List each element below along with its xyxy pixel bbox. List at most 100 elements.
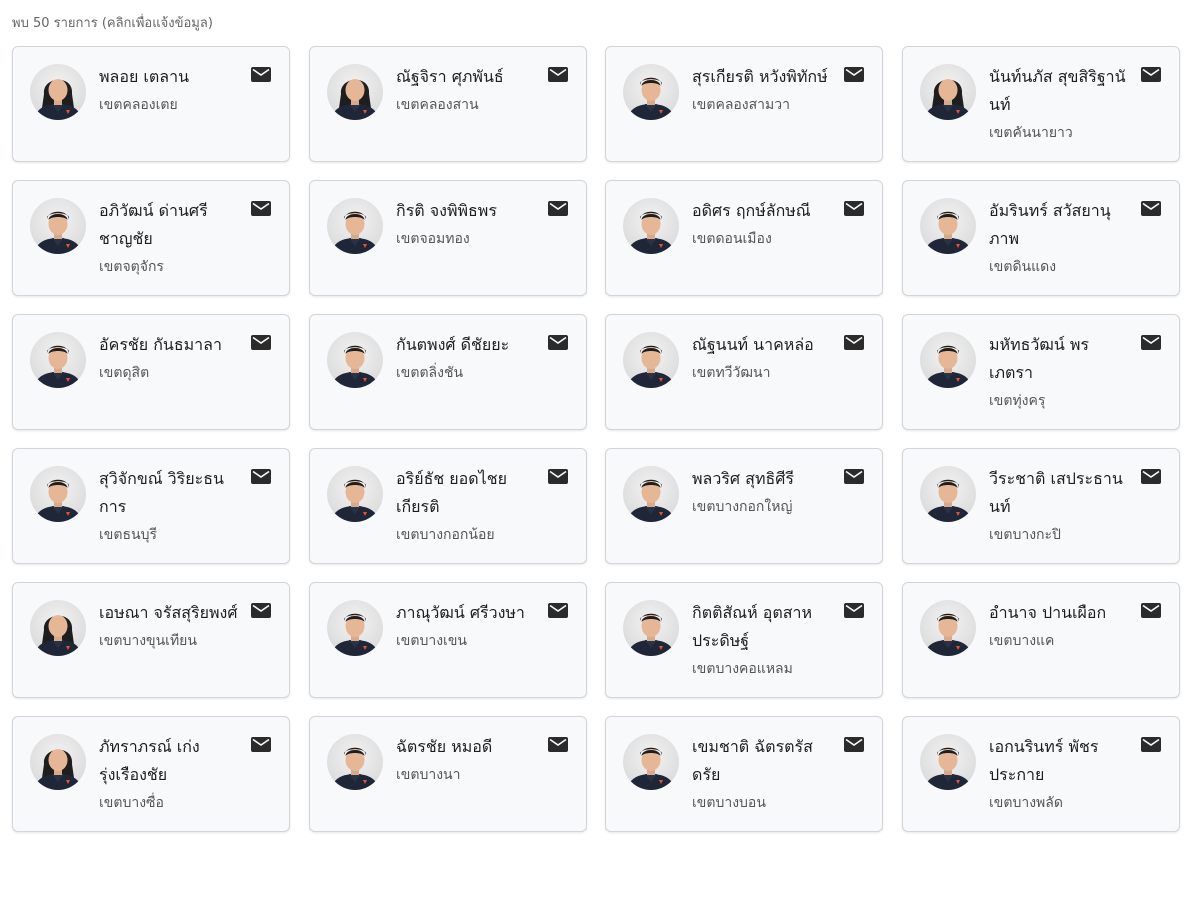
avatar [920, 600, 976, 656]
member-name-text: สุวิจักขณ์ วิริยะธนการ [99, 469, 224, 516]
member-name-text: ภาณุวัฒน์ ศรีวงษา [396, 603, 525, 622]
member-card[interactable]: เขมชาติ ฉัตรตรัสดรัย เขตบางบอน [605, 716, 883, 832]
member-card[interactable]: ณัฐจิรา ศุภพันธ์เขตคลองสาน [309, 46, 587, 162]
member-name: ภาณุวัฒน์ ศรีวงษาเขตบางเขน [396, 599, 538, 651]
avatar [623, 466, 679, 522]
member-name-text: สุรเกียรติ หวังพิทักษ์ [692, 67, 828, 86]
mail-icon[interactable] [1141, 603, 1161, 618]
member-name-text: กันตพงศ์ ดีชัยยะ [396, 335, 510, 354]
member-name: ณัฐนนท์ นาคหล่อ เขตทวีวัฒนา [692, 331, 834, 383]
member-district: เขตดินแดง [989, 259, 1057, 275]
member-name: เอษณา จรัสสุริยพงศ์ เขตบางขุนเทียน [99, 599, 241, 651]
mail-icon[interactable] [844, 201, 864, 216]
mail-icon[interactable] [844, 737, 864, 752]
member-card[interactable]: พลวริศ สุทธิศีรี เขตบางกอกใหญ่ [605, 448, 883, 564]
member-card[interactable]: กิตติสัณห์ อุตสาหประดิษฐ์ เขตบางคอแหลม [605, 582, 883, 698]
member-name: มหัทธวัฒน์ พรเภตราเขตทุ่งครุ [989, 331, 1131, 411]
avatar [623, 198, 679, 254]
member-card[interactable]: อภิวัฒน์ ด่านศรีชาญชัยเขตจตุจักร [12, 180, 290, 296]
member-name-text: อัครชัย กันธมาลา [99, 335, 222, 354]
member-card[interactable]: วีระชาติ เสประธานนท์เขตบางกะปิ [902, 448, 1180, 564]
member-district: เขตทุ่งครุ [989, 393, 1046, 409]
member-card[interactable]: เอษณา จรัสสุริยพงศ์ เขตบางขุนเทียน [12, 582, 290, 698]
member-name: สุรเกียรติ หวังพิทักษ์ เขตคลองสามวา [692, 63, 834, 115]
member-name-text: นันท์นภัส สุขสิริฐานันท์ [989, 67, 1126, 114]
avatar [30, 600, 86, 656]
member-name-text: กิตติสัณห์ อุตสาหประดิษฐ์ [692, 603, 813, 650]
member-name: อัครชัย กันธมาลา เขตดุสิต [99, 331, 241, 383]
member-name-text: อัมรินทร์ สวัสยานุภาพ [989, 201, 1111, 248]
member-card[interactable]: ณัฐนนท์ นาคหล่อ เขตทวีวัฒนา [605, 314, 883, 430]
member-card[interactable]: อดิศร ฤกษ์ลักษณี เขตดอนเมือง [605, 180, 883, 296]
mail-icon[interactable] [1141, 469, 1161, 484]
mail-icon[interactable] [548, 67, 568, 82]
mail-icon[interactable] [844, 603, 864, 618]
avatar [30, 466, 86, 522]
member-card[interactable]: อัครชัย กันธมาลา เขตดุสิต [12, 314, 290, 430]
member-name-text: อำนาจ ปานเผือก [989, 603, 1107, 622]
member-name-text: อริย์ธัช ยอดไชยเกียรติ [396, 469, 507, 516]
member-card[interactable]: อัมรินทร์ สวัสยานุภาพเขตดินแดง [902, 180, 1180, 296]
member-card[interactable]: ภัทราภรณ์ เก่งรุ่งเรืองชัยเขตบางซื่อ [12, 716, 290, 832]
mail-icon[interactable] [251, 469, 271, 484]
mail-icon[interactable] [548, 469, 568, 484]
avatar [327, 734, 383, 790]
mail-icon[interactable] [844, 67, 864, 82]
member-district: เขตบางพลัด [989, 795, 1063, 811]
member-name: กิตติสัณห์ อุตสาหประดิษฐ์ เขตบางคอแหลม [692, 599, 834, 679]
member-district: เขตบางกะปิ [989, 527, 1061, 543]
member-district: เขตบางนา [396, 767, 461, 783]
mail-icon[interactable] [548, 603, 568, 618]
member-card[interactable]: นันท์นภัส สุขสิริฐานันท์ เขตคันนายาว [902, 46, 1180, 162]
member-card[interactable]: ภาณุวัฒน์ ศรีวงษาเขตบางเขน [309, 582, 587, 698]
member-card[interactable]: อริย์ธัช ยอดไชยเกียรติ เขตบางกอกน้อย [309, 448, 587, 564]
mail-icon[interactable] [1141, 201, 1161, 216]
mail-icon[interactable] [251, 67, 271, 82]
member-district: เขตบางกอกใหญ่ [692, 499, 793, 515]
mail-icon[interactable] [1141, 335, 1161, 350]
member-card[interactable]: มหัทธวัฒน์ พรเภตราเขตทุ่งครุ [902, 314, 1180, 430]
member-name: ณัฐจิรา ศุภพันธ์เขตคลองสาน [396, 63, 538, 115]
member-card[interactable]: พลอย เตลาน เขตคลองเตย [12, 46, 290, 162]
avatar [623, 734, 679, 790]
member-district: เขตคลองสาน [396, 97, 479, 113]
member-district: เขตจตุจักร [99, 259, 164, 275]
member-name: กันตพงศ์ ดีชัยยะ เขตตลิ่งชัน [396, 331, 538, 383]
mail-icon[interactable] [548, 335, 568, 350]
member-name-text: มหัทธวัฒน์ พรเภตรา [989, 335, 1090, 382]
mail-icon[interactable] [844, 335, 864, 350]
mail-icon[interactable] [251, 737, 271, 752]
member-name-text: วีระชาติ เสประธานนท์ [989, 469, 1123, 516]
member-card[interactable]: สุวิจักขณ์ วิริยะธนการ เขตธนบุรี [12, 448, 290, 564]
member-card[interactable]: สุรเกียรติ หวังพิทักษ์ เขตคลองสามวา [605, 46, 883, 162]
mail-icon[interactable] [251, 603, 271, 618]
member-district: เขตบางเขน [396, 633, 467, 649]
member-name-text: ณัฐจิรา ศุภพันธ์ [396, 67, 504, 86]
member-name: นันท์นภัส สุขสิริฐานันท์ เขตคันนายาว [989, 63, 1131, 143]
member-name-text: อภิวัฒน์ ด่านศรีชาญชัย [99, 201, 208, 248]
member-name-text: ภัทราภรณ์ เก่งรุ่งเรืองชัย [99, 737, 200, 784]
member-card[interactable]: อำนาจ ปานเผือก เขตบางแค [902, 582, 1180, 698]
member-district: เขตคลองเตย [99, 97, 178, 113]
member-name-text: เอษณา จรัสสุริยพงศ์ [99, 603, 238, 622]
member-card[interactable]: เอกนรินทร์ พัชรประกาย เขตบางพลัด [902, 716, 1180, 832]
mail-icon[interactable] [548, 201, 568, 216]
avatar [920, 332, 976, 388]
member-name: อำนาจ ปานเผือก เขตบางแค [989, 599, 1131, 651]
member-card[interactable]: กันตพงศ์ ดีชัยยะ เขตตลิ่งชัน [309, 314, 587, 430]
avatar [327, 600, 383, 656]
mail-icon[interactable] [1141, 737, 1161, 752]
member-card[interactable]: ฉัตรชัย หมอดี เขตบางนา [309, 716, 587, 832]
mail-icon[interactable] [1141, 67, 1161, 82]
avatar [920, 734, 976, 790]
member-card[interactable]: กิรติ จงพิพิธพร เขตจอมทอง [309, 180, 587, 296]
avatar [920, 64, 976, 120]
mail-icon[interactable] [844, 469, 864, 484]
mail-icon[interactable] [251, 335, 271, 350]
avatar [623, 600, 679, 656]
avatar [30, 332, 86, 388]
mail-icon[interactable] [251, 201, 271, 216]
member-district: เขตบางซื่อ [99, 795, 164, 811]
mail-icon[interactable] [548, 737, 568, 752]
member-district: เขตทวีวัฒนา [692, 365, 771, 381]
